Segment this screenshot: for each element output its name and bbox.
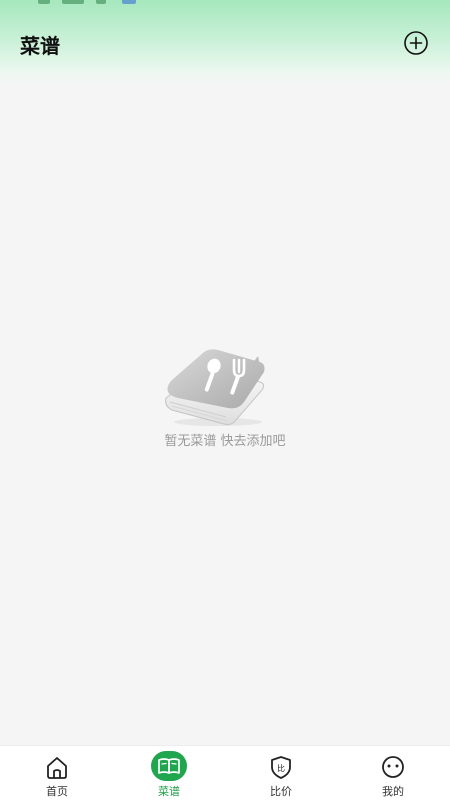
empty-state: 暂无菜谱 快去添加吧: [0, 346, 450, 456]
status-indicator: [38, 0, 50, 4]
smiley-face-icon: [382, 756, 404, 778]
home-icon: [47, 757, 67, 779]
add-recipe-button[interactable]: [403, 30, 429, 56]
tab-label: 首页: [46, 785, 68, 798]
status-indicator: [122, 0, 136, 4]
tab-recipes[interactable]: 菜谱: [113, 746, 225, 800]
empty-state-message: 暂无菜谱 快去添加吧: [164, 434, 286, 449]
bottom-tab-bar: 首页 菜谱 比 比价 我的: [0, 745, 450, 800]
page-title: 菜谱: [20, 34, 60, 58]
recipes-screen: 菜谱 暂无菜谱 快去添加吧 首页 菜谱 比 比价 我的: [0, 0, 450, 800]
open-book-icon: [151, 751, 187, 781]
status-indicator: [62, 0, 84, 4]
shield-compare-icon: 比: [271, 756, 291, 779]
tab-home[interactable]: 首页: [1, 746, 113, 800]
svg-text:比: 比: [277, 763, 285, 773]
tab-label: 我的: [382, 785, 404, 798]
tab-profile[interactable]: 我的: [337, 746, 449, 800]
plus-circle-icon: [404, 31, 428, 55]
header: 菜谱: [0, 0, 450, 86]
status-indicator: [96, 0, 106, 4]
status-bar: [0, 0, 450, 6]
tab-label: 菜谱: [158, 785, 180, 798]
tab-compare[interactable]: 比 比价: [225, 746, 337, 800]
tab-label: 比价: [270, 785, 292, 798]
recipe-book-utensils-icon: [165, 349, 265, 426]
